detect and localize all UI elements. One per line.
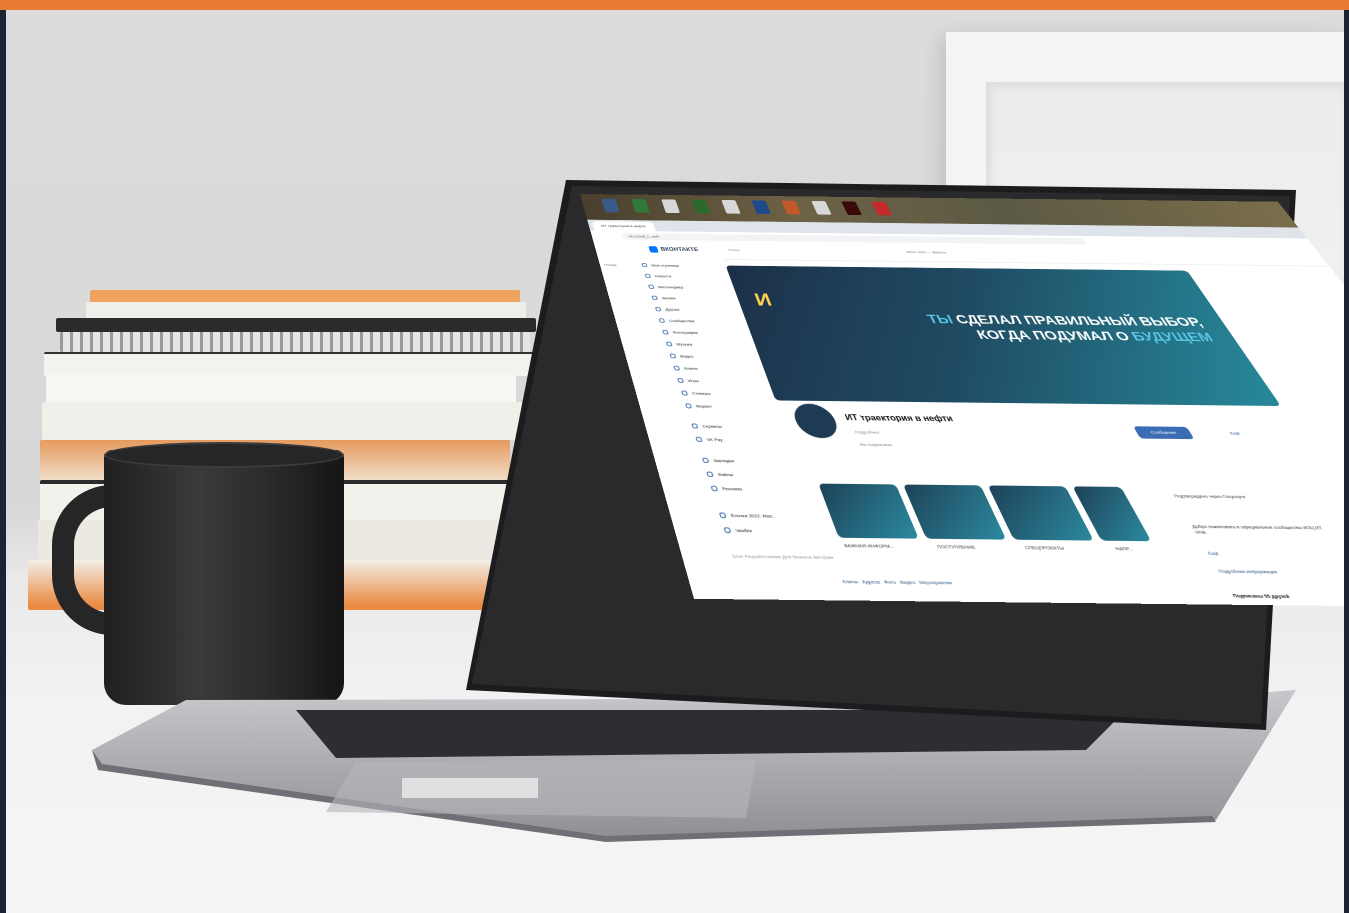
light-reflection	[402, 778, 538, 798]
top-accent-bar	[0, 0, 1349, 10]
laptop	[92, 180, 1296, 842]
photo-frame: ИТ траектория в нефти vk.com/it_t...neft…	[0, 0, 1349, 913]
laptop-desk-photo: ИТ траектория в нефти vk.com/it_t...neft…	[6, 10, 1344, 913]
